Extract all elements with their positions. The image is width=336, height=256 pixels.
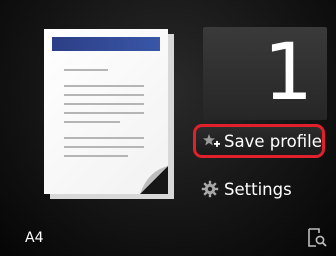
copies-counter[interactable]: 1 — [203, 27, 327, 120]
gear-icon — [200, 179, 220, 199]
copies-value: 1 — [263, 28, 313, 118]
settings-button[interactable]: Settings — [200, 176, 292, 202]
save-profile-button[interactable]: Save profile — [193, 124, 325, 158]
save-profile-label: Save profile — [224, 131, 322, 151]
document-preview[interactable] — [44, 29, 174, 199]
copy-screen: 1 Save profile Settings A4 — [0, 0, 336, 256]
plus-star-icon — [200, 130, 222, 152]
paper-size-label: A4 — [25, 230, 44, 246]
paper-curl — [140, 166, 168, 194]
settings-label: Settings — [224, 179, 292, 199]
preview-zoom-icon[interactable] — [306, 227, 328, 249]
